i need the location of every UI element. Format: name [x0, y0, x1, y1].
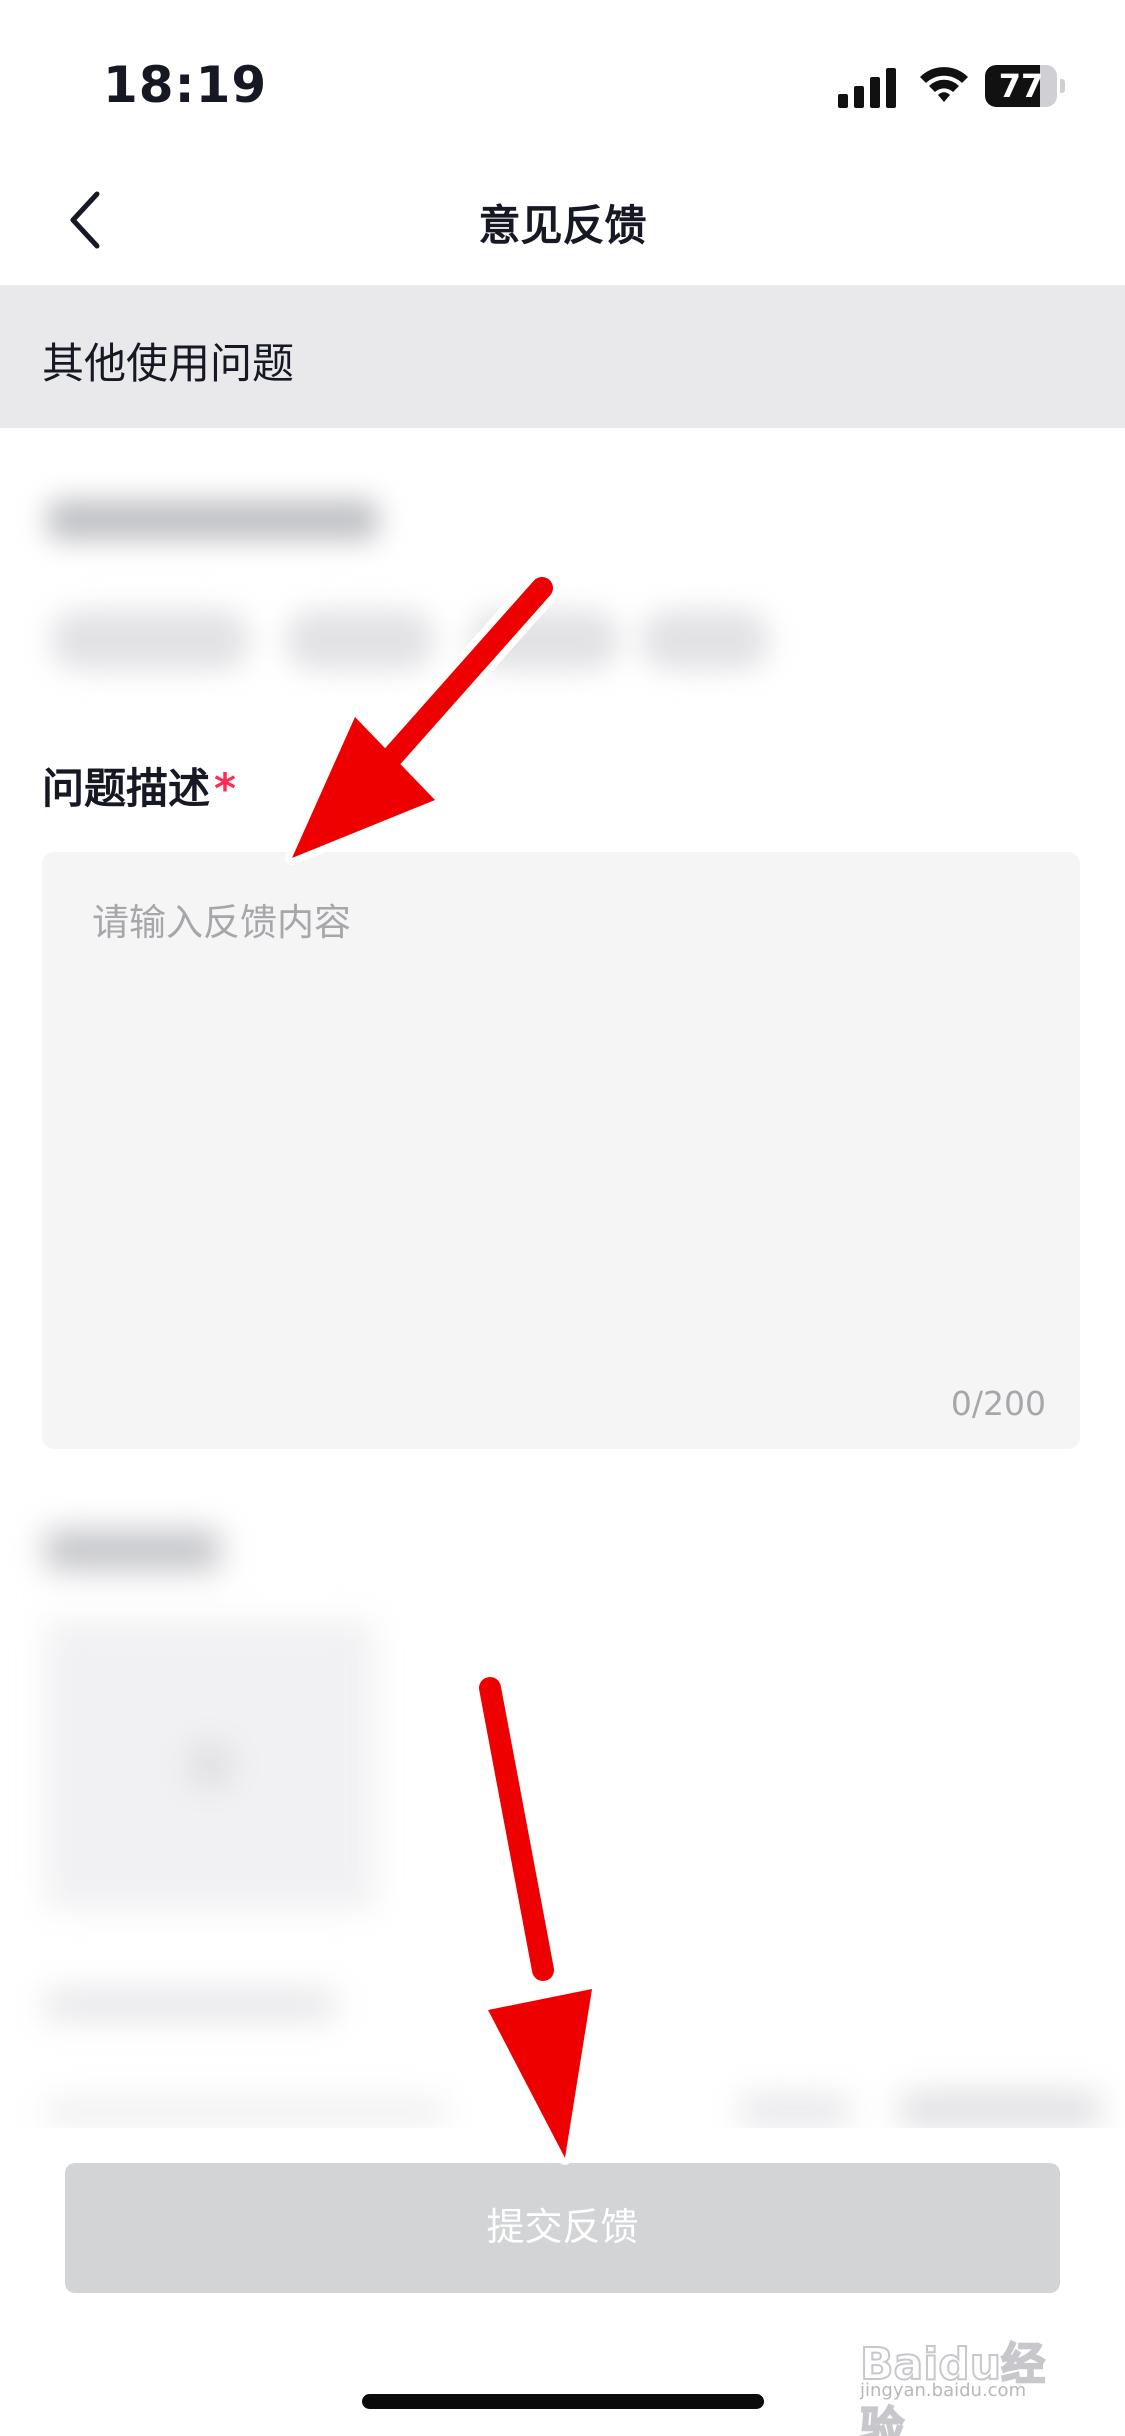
battery-cap — [1060, 79, 1065, 93]
battery-body: 77 — [985, 65, 1057, 107]
blurred-footer-text — [45, 2100, 445, 2124]
blurred-footer-text — [740, 2096, 850, 2126]
watermark-sub: jingyan.baidu.com — [860, 2380, 1027, 2401]
submit-label: 提交反馈 — [486, 2207, 639, 2249]
blurred-plus-icon — [190, 1745, 230, 1785]
description-placeholder: 请输入反馈内容 — [92, 901, 351, 944]
nav-bar: 意见反馈 — [0, 160, 1125, 285]
description-label: 问题描述* — [42, 755, 236, 816]
description-input[interactable]: 请输入反馈内容 0/200 — [42, 852, 1080, 1449]
blurred-heading — [48, 500, 378, 540]
page-title: 意见反馈 — [478, 201, 647, 250]
wifi-icon — [920, 67, 968, 102]
category-label: 其他使用问题 — [42, 339, 295, 388]
blurred-chip — [50, 610, 250, 670]
blurred-options-area — [20, 470, 780, 690]
blurred-upload-area — [20, 1500, 1120, 2140]
description-label-text: 问题描述 — [42, 764, 211, 813]
battery-icon: 77 — [985, 65, 1065, 107]
blurred-footer-text — [900, 2092, 1100, 2128]
battery-percent: 77 — [998, 67, 1044, 105]
char-counter: 0/200 — [950, 1384, 1046, 1423]
blurred-chip — [285, 610, 435, 670]
required-mark: * — [214, 764, 236, 813]
home-indicator — [362, 2394, 764, 2409]
blurred-upload-title — [45, 1530, 220, 1570]
blurred-chip — [470, 610, 620, 670]
blurred-chip — [640, 610, 770, 670]
status-bar: 18:19 77 — [0, 0, 1125, 160]
signal-icon — [838, 68, 896, 108]
submit-button[interactable]: 提交反馈 — [65, 2163, 1060, 2293]
baidu-watermark: Baidu经验 jingyan.baidu.com — [859, 2310, 1070, 2436]
blurred-hint — [45, 1990, 335, 2020]
category-header: 其他使用问题 — [0, 285, 1125, 428]
status-time: 18:19 — [103, 56, 268, 114]
